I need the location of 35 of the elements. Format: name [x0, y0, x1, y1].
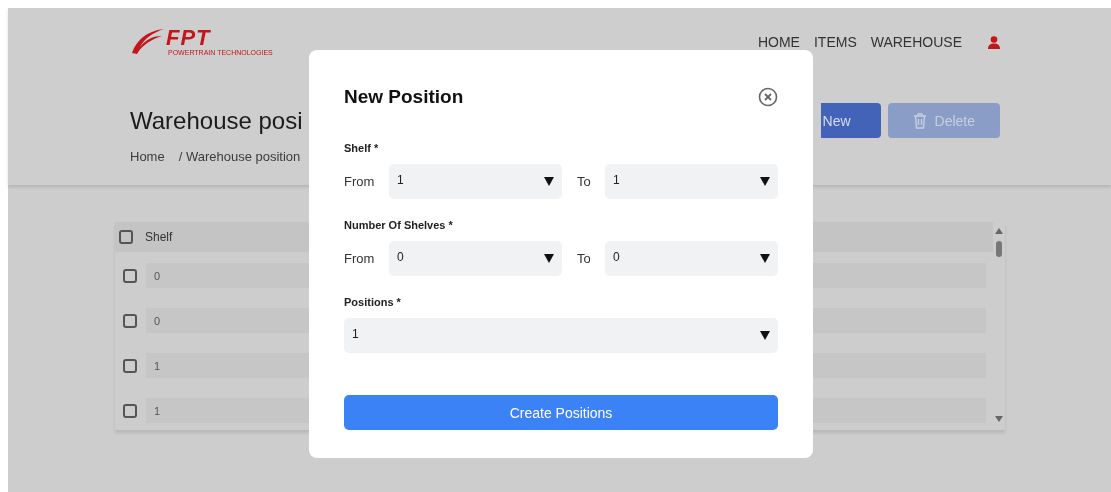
create-positions-button[interactable]: Create Positions: [344, 395, 778, 430]
nav-link[interactable]: ITEMS: [813, 34, 857, 50]
checkbox[interactable]: [119, 230, 133, 244]
nav-link[interactable]: WAREHOUSE: [870, 34, 962, 50]
logo-text: FPT: [166, 27, 211, 49]
caret-icon: [760, 177, 770, 186]
user-icon[interactable]: [988, 35, 1000, 49]
caret-icon: [760, 331, 770, 340]
select-field[interactable]: 1: [344, 318, 778, 353]
column-header[interactable]: Shelf: [145, 230, 173, 244]
select-field[interactable]: 1: [605, 164, 778, 199]
from-label: From: [344, 174, 376, 189]
trash-icon: [912, 112, 927, 129]
checkbox[interactable]: [123, 268, 137, 283]
breadcrumb-link[interactable]: Home: [130, 149, 165, 164]
dialog-title: New Position: [344, 86, 464, 108]
logo-icon: [130, 27, 164, 55]
select-field[interactable]: 0: [605, 241, 778, 276]
checkbox[interactable]: [123, 313, 137, 328]
from-label: From: [344, 251, 376, 266]
new-button[interactable]: New: [820, 103, 881, 138]
field-label: Positions *: [344, 296, 401, 308]
page-title: Warehouse posi: [130, 107, 303, 135]
checkbox[interactable]: [123, 358, 137, 373]
select-field[interactable]: 0: [389, 241, 562, 276]
caret-icon: [544, 177, 554, 186]
checkbox[interactable]: [123, 403, 137, 418]
field-label: Shelf *: [344, 142, 379, 154]
breadcrumb-link[interactable]: / Warehouse position: [178, 149, 301, 164]
close-icon[interactable]: [758, 87, 778, 107]
field-label: Number Of Shelves *: [344, 219, 453, 231]
to-label: To: [577, 174, 592, 189]
to-label: To: [577, 251, 592, 266]
select-field[interactable]: 1: [389, 164, 562, 199]
nav-link[interactable]: HOME: [757, 34, 800, 50]
